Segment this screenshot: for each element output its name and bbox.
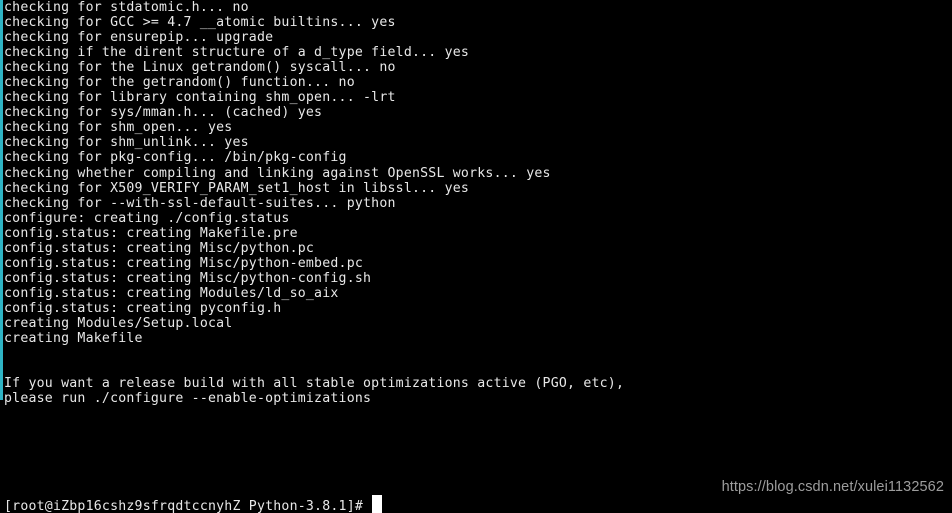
terminal-line: config.status: creating Misc/python.pc [4,240,315,256]
terminal-line: config.status: creating Makefile.pre [4,225,298,241]
terminal-line: checking for X509_VERIFY_PARAM_set1_host… [4,180,470,196]
terminal-line: checking for library containing shm_open… [4,90,396,106]
terminal-line: config.status: creating Misc/python-conf… [4,270,372,286]
terminal-line: checking if the dirent structure of a d_… [4,45,470,61]
terminal-line: If you want a release build with all sta… [4,376,625,392]
terminal-line: checking for stdatomic.h... no [4,0,249,15]
terminal-line: checking for sys/mman.h... (cached) yes [4,105,323,121]
terminal-window[interactable]: checking for stdatomic.h... no checking f… [0,0,952,513]
terminal-line: please run ./configure --enable-optimiza… [4,391,372,407]
terminal-line: config.status: creating Misc/python-embe… [4,255,364,271]
terminal-line: checking for shm_open... yes [4,120,233,136]
block-cursor-icon [372,495,383,513]
watermark-text: https://blog.csdn.net/xulei1132562 [721,479,944,495]
terminal-line: checking whether compiling and linking a… [4,165,551,181]
terminal-line: checking for pkg-config... /bin/pkg-conf… [4,150,347,166]
terminal-line: config.status: creating Modules/ld_so_ai… [4,285,339,301]
terminal-line: checking for the getrandom() function...… [4,75,355,91]
terminal-line: checking for --with-ssl-default-suites..… [4,195,396,211]
terminal-line: checking for ensurepip... upgrade [4,30,274,46]
terminal-line: checking for GCC >= 4.7 __atomic builtin… [4,15,396,31]
terminal-line: checking for the Linux getrandom() sysca… [4,60,396,76]
terminal-scrollbar-thumb[interactable] [0,0,3,400]
shell-prompt-text: [root@iZbp16cshz9sfrqdtccnyhZ Python-3.8… [4,499,372,513]
terminal-line: creating Modules/Setup.local [4,315,233,331]
terminal-scrollbar-track[interactable] [0,0,3,513]
terminal-line: creating Makefile [4,331,143,347]
terminal-line: config.status: creating pyconfig.h [4,300,282,316]
terminal-line: configure: creating ./config.status [4,210,290,226]
terminal-line: checking for shm_unlink... yes [4,135,249,151]
terminal-prompt-line: [root@iZbp16cshz9sfrqdtccnyhZ Python-3.8… [4,495,383,513]
terminal-output-area: checking for stdatomic.h... no checking f… [4,0,952,513]
